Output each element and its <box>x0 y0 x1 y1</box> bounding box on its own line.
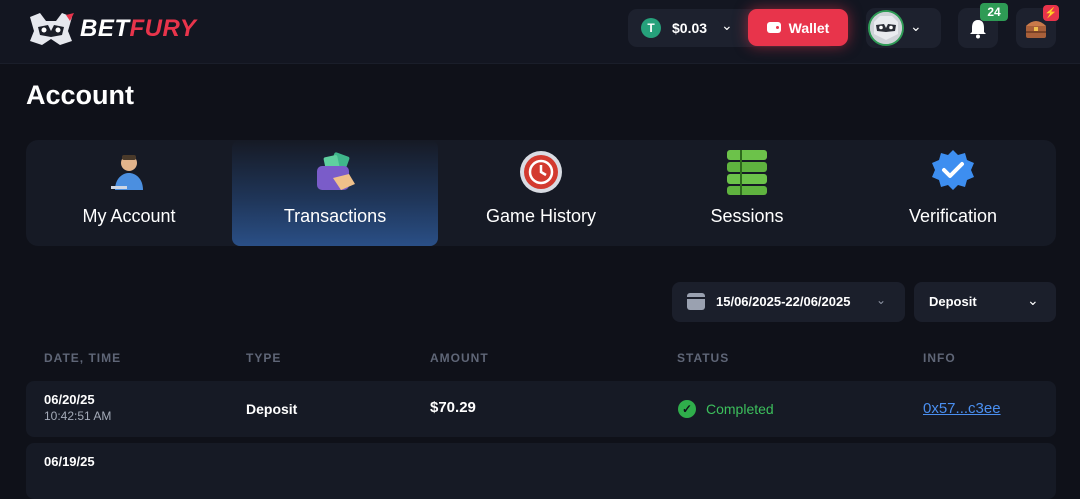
column-header-amount: AMOUNT <box>430 351 489 365</box>
balance-amount: $0.03 <box>672 20 708 36</box>
transaction-type-value: Deposit <box>929 294 977 309</box>
user-icon <box>111 155 143 190</box>
notifications-count-badge: 24 <box>980 3 1008 21</box>
column-header-info: INFO <box>923 351 956 365</box>
column-header-status: STATUS <box>677 351 730 365</box>
transaction-type-select[interactable]: Deposit ⌄ <box>914 282 1056 322</box>
page-title: Account <box>26 80 134 110</box>
column-header-date: DATE, TIME <box>44 351 122 365</box>
tab-verification[interactable]: Verification <box>850 140 1056 246</box>
row-status: ✓ Completed <box>678 400 774 418</box>
wallet-icon <box>766 22 781 33</box>
verified-badge-icon <box>932 150 974 190</box>
transaction-hash-link[interactable]: 0x57...c3ee <box>923 400 1001 417</box>
date-range-picker[interactable]: 15/06/2025-22/06/2025 ⌄ <box>672 282 905 322</box>
tab-label: Transactions <box>283 206 387 226</box>
wallet-button[interactable]: Wallet <box>748 9 848 46</box>
row-amount: $70.29 <box>430 399 476 416</box>
logo-fury-text: FURY <box>129 15 197 42</box>
history-clock-icon <box>520 151 562 193</box>
date-range-value: 15/06/2025-22/06/2025 <box>716 294 851 309</box>
row-date: 06/20/25 <box>44 392 95 407</box>
profile-menu[interactable]: ⌄ <box>866 8 941 48</box>
table-row: 06/19/25 <box>26 443 1056 499</box>
account-tabs: My Account Transactions Game History Ses… <box>26 140 1056 246</box>
wallet-cards-icon <box>317 152 355 190</box>
server-stack-icon <box>727 150 767 195</box>
tether-coin-icon: T <box>641 18 661 38</box>
tab-label: My Account <box>82 206 176 226</box>
betfury-logo[interactable]: BETFURY <box>26 10 196 48</box>
bolt-icon: ⚡ <box>1043 5 1059 21</box>
tab-game-history[interactable]: Game History <box>438 140 644 246</box>
row-time: 10:42:51 AM <box>44 409 112 423</box>
avatar <box>868 10 904 46</box>
tab-my-account[interactable]: My Account <box>26 140 232 246</box>
chevron-down-icon: ⌄ <box>910 18 922 34</box>
chevron-down-icon: ⌄ <box>876 293 887 307</box>
raccoon-logo-icon <box>30 13 74 45</box>
tab-sessions[interactable]: Sessions <box>644 140 850 246</box>
calendar-icon <box>687 293 705 310</box>
row-status-text: Completed <box>706 401 774 417</box>
top-header: BETFURY T $0.03 ⌄ Wallet ⌄ 24 ⚡ <box>0 0 1080 64</box>
check-circle-icon: ✓ <box>678 400 696 418</box>
chevron-down-icon: ⌄ <box>1027 292 1039 308</box>
logo-bet-text: BET <box>80 15 130 42</box>
column-header-type: TYPE <box>246 351 282 365</box>
tab-label: Verification <box>908 206 998 226</box>
chevron-down-icon: ⌄ <box>721 17 733 33</box>
row-date: 06/19/25 <box>44 454 95 469</box>
wallet-button-label: Wallet <box>788 19 830 36</box>
tab-label: Sessions <box>710 206 784 226</box>
raccoon-avatar-icon <box>870 12 902 44</box>
row-type: Deposit <box>246 401 298 417</box>
table-row: 06/20/25 10:42:51 AM Deposit $70.29 ✓ Co… <box>26 381 1056 437</box>
tab-label: Game History <box>485 206 597 226</box>
tab-transactions[interactable]: Transactions <box>232 140 438 246</box>
